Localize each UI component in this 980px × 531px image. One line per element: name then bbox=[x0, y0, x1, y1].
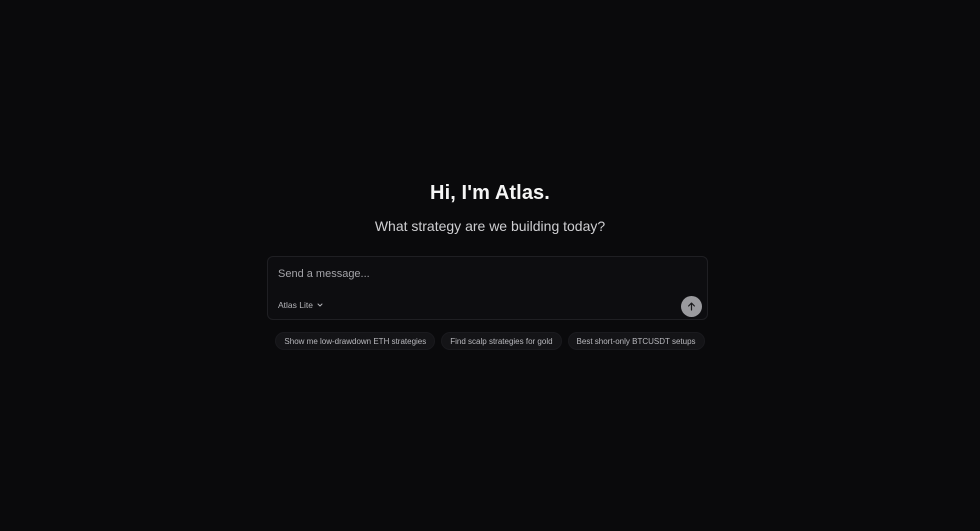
suggestion-chip[interactable]: Find scalp strategies for gold bbox=[441, 332, 562, 350]
send-button[interactable] bbox=[681, 296, 702, 317]
model-selector[interactable]: Atlas Lite bbox=[278, 300, 324, 310]
suggestion-chip[interactable]: Best short-only BTCUSDT setups bbox=[567, 332, 705, 350]
message-input[interactable] bbox=[278, 265, 658, 283]
message-composer: Atlas Lite bbox=[267, 256, 708, 320]
chevron-down-icon bbox=[316, 301, 324, 309]
model-label: Atlas Lite bbox=[278, 300, 313, 310]
suggestion-list: Show me low-drawdown ETH strategies Find… bbox=[0, 332, 980, 350]
chat-home: Hi, I'm Atlas. What strategy are we buil… bbox=[0, 0, 980, 531]
greeting-title: Hi, I'm Atlas. bbox=[430, 182, 550, 204]
suggestion-chip[interactable]: Show me low-drawdown ETH strategies bbox=[275, 332, 436, 350]
arrow-up-icon bbox=[686, 301, 697, 312]
greeting-subtitle: What strategy are we building today? bbox=[374, 218, 606, 234]
